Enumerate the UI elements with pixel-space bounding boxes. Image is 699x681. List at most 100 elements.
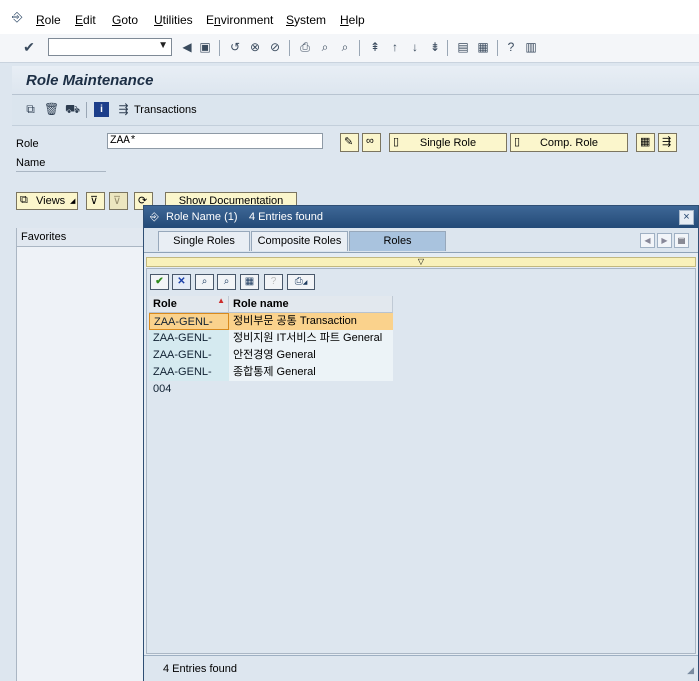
resize-grip-icon[interactable]: ◢ bbox=[687, 665, 694, 676]
print-icon[interactable]: ⎙ bbox=[298, 40, 312, 54]
exit-icon[interactable]: ⊗ bbox=[248, 40, 262, 54]
menu-role[interactable]: Role bbox=[36, 13, 61, 27]
layout-menu-icon[interactable]: ▥ bbox=[524, 40, 538, 54]
menu-goto[interactable]: Goto bbox=[112, 13, 138, 27]
transfer-button[interactable]: ⇶ bbox=[658, 133, 677, 152]
back-arrow-icon[interactable]: ◀ bbox=[180, 40, 194, 54]
table-row[interactable]: ZAA-GENL-001 정비부문 공통 Transaction bbox=[149, 313, 393, 345]
column-header-role-name[interactable]: Role name bbox=[229, 296, 393, 313]
column-header-role[interactable]: Role ▲ bbox=[149, 296, 229, 313]
menu-utilities[interactable]: Utilities bbox=[154, 13, 193, 27]
page-title: Role Maintenance bbox=[26, 72, 154, 89]
popup-content: ✔ ✕ ⌕ ⌕ ▦ ? ⎙◢ Role ▲ Role name ZAA-GENL-… bbox=[146, 268, 696, 654]
separator bbox=[497, 40, 498, 56]
transport-icon[interactable]: ⛟ bbox=[65, 102, 80, 117]
pencil-icon: ✎ bbox=[344, 136, 354, 148]
restrictions-toggle-bar[interactable]: ▽ bbox=[146, 257, 696, 267]
calculator-icon: ▦ bbox=[640, 136, 651, 148]
role-name-cell[interactable]: 안전경영 General bbox=[229, 347, 393, 364]
popup-title-entries: 4 Entries found bbox=[249, 211, 323, 223]
comp-role-button[interactable]: ▯ Comp. Role bbox=[510, 133, 628, 152]
status-text: 4 Entries found bbox=[163, 663, 237, 675]
separator bbox=[359, 40, 360, 56]
menu-edit[interactable]: Edit bbox=[75, 13, 96, 27]
favorites-header: Favorites bbox=[17, 228, 147, 247]
role-name-cell[interactable]: 정비부문 공통 Transaction bbox=[229, 313, 393, 330]
sort-indicator-icon: ▲ bbox=[217, 296, 225, 305]
role-search-popup: ⎆ Role Name (1) 4 Entries found × Single… bbox=[143, 205, 699, 681]
menu-environment[interactable]: Environment bbox=[206, 13, 273, 27]
delete-icon[interactable]: 🗑 bbox=[44, 102, 59, 117]
role-cell[interactable]: ZAA-GENL-001 bbox=[149, 313, 229, 345]
single-role-button[interactable]: ▯ Single Role bbox=[389, 133, 507, 152]
command-field[interactable]: ▼ bbox=[48, 38, 172, 56]
tab-scroll-right-icon[interactable]: ▶ bbox=[657, 233, 672, 248]
filter-remove-icon: ⊽ bbox=[113, 195, 122, 207]
menu-bar: ⎆ Role Edit Goto Utilities Environment S… bbox=[0, 0, 699, 35]
table-row[interactable]: ZAA-GENL-003 안전경영 General bbox=[149, 347, 393, 378]
enter-check-icon[interactable]: ✔ bbox=[22, 40, 36, 54]
popup-title: Role Name (1) bbox=[166, 211, 238, 223]
info-icon[interactable]: i bbox=[94, 102, 109, 117]
role-input[interactable] bbox=[107, 133, 323, 149]
favorites-panel: Favorites bbox=[16, 228, 147, 681]
find-next-icon[interactable]: ⌕ bbox=[338, 40, 352, 54]
shortcut-icon[interactable]: ▦ bbox=[476, 40, 490, 54]
last-page-icon[interactable]: ⇟ bbox=[428, 40, 442, 54]
delete-filter-button[interactable]: ⊽ bbox=[109, 192, 128, 210]
find-button[interactable]: ⌕ bbox=[195, 274, 214, 290]
display-change-button[interactable]: ∞ bbox=[362, 133, 381, 152]
print-button[interactable]: ⎙◢ bbox=[287, 274, 315, 290]
mass-role-button[interactable]: ▦ bbox=[636, 133, 655, 152]
sort-button[interactable]: ▦ bbox=[240, 274, 259, 290]
views-button[interactable]: ⧉ Views ◢ bbox=[16, 192, 78, 210]
back-icon[interactable]: ↺ bbox=[228, 40, 242, 54]
tab-roles[interactable]: Roles bbox=[349, 231, 446, 251]
dropdown-arrow-icon: ◢ bbox=[302, 280, 308, 286]
copy-icon[interactable]: ⧉ bbox=[23, 102, 38, 117]
edit-pencil-button[interactable]: ✎ bbox=[340, 133, 359, 152]
first-page-icon[interactable]: ⇞ bbox=[368, 40, 382, 54]
choose-button[interactable]: ✔ bbox=[150, 274, 169, 290]
menu-icon[interactable]: ⎆ bbox=[12, 9, 22, 25]
find-next-button[interactable]: ⌕ bbox=[217, 274, 236, 290]
next-page-icon[interactable]: ↓ bbox=[408, 40, 422, 54]
close-icon[interactable]: × bbox=[679, 210, 694, 225]
menu-help[interactable]: Help bbox=[340, 13, 365, 27]
transactions-icon[interactable]: ⇶ bbox=[116, 102, 131, 117]
branch-icon: ⇶ bbox=[662, 136, 672, 148]
tab-strip: Single Roles Composite Roles Roles ◀ ▶ ▤ bbox=[144, 228, 698, 253]
transactions-button[interactable]: Transactions bbox=[134, 104, 197, 116]
tab-single-roles[interactable]: Single Roles bbox=[158, 231, 250, 251]
tab-list-icon[interactable]: ▤ bbox=[674, 233, 689, 248]
role-name-cell[interactable]: 정비지원 IT서비스 파트 General bbox=[229, 330, 393, 347]
table-row[interactable]: ZAA-GENL-002 정비지원 IT서비스 파트 General bbox=[149, 330, 393, 361]
title-bar: Role Maintenance bbox=[12, 66, 699, 95]
new-session-icon[interactable]: ▤ bbox=[456, 40, 470, 54]
dropdown-arrow-icon[interactable]: ▼ bbox=[158, 40, 168, 51]
role-cell[interactable]: ZAA-GENL-003 bbox=[149, 347, 229, 378]
name-underline bbox=[16, 171, 106, 172]
expand-triangle-icon: ▽ bbox=[417, 257, 425, 266]
filter-button[interactable]: ⊽ bbox=[86, 192, 105, 210]
role-cell[interactable]: ZAA-GENL-004 bbox=[149, 364, 229, 395]
separator bbox=[86, 102, 87, 118]
application-toolbar: ⧉ 🗑 ⛟ i ⇶ Transactions bbox=[12, 95, 699, 126]
filter-icon: ⊽ bbox=[90, 195, 99, 207]
save-icon[interactable]: ▣ bbox=[198, 40, 212, 54]
cancel-button[interactable]: ✕ bbox=[172, 274, 191, 290]
cancel-icon[interactable]: ⊘ bbox=[268, 40, 282, 54]
role-name-cell[interactable]: 종합통제 General bbox=[229, 364, 393, 381]
previous-page-icon[interactable]: ↑ bbox=[388, 40, 402, 54]
help-icon[interactable]: ? bbox=[504, 40, 518, 54]
role-label: Role bbox=[16, 138, 39, 150]
role-cell[interactable]: ZAA-GENL-002 bbox=[149, 330, 229, 361]
tab-composite-roles[interactable]: Composite Roles bbox=[251, 231, 348, 251]
name-label: Name bbox=[16, 157, 46, 169]
help-button[interactable]: ? bbox=[264, 274, 283, 290]
table-row[interactable]: ZAA-GENL-004 종합통제 General bbox=[149, 364, 393, 395]
find-icon[interactable]: ⌕ bbox=[318, 40, 332, 54]
menu-system[interactable]: System bbox=[286, 13, 326, 27]
separator bbox=[447, 40, 448, 56]
tab-scroll-left-icon[interactable]: ◀ bbox=[640, 233, 655, 248]
